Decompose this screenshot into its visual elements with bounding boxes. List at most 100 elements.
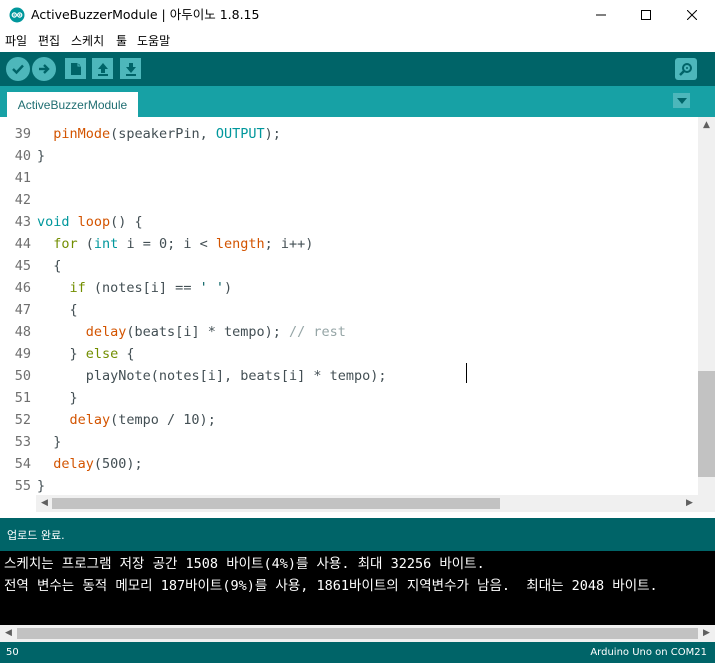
- upload-button[interactable]: [32, 57, 56, 81]
- console-scroll-right-icon[interactable]: ▶: [698, 625, 715, 642]
- console-scroll-left-icon[interactable]: ◀: [0, 625, 17, 642]
- editor-vertical-scroll-thumb[interactable]: [698, 371, 715, 477]
- code-line: pinMode(speakerPin, OUTPUT);: [37, 123, 281, 145]
- code-editor[interactable]: 39 40 41 42 43 44 45 46 47 48 49 50 51 52 53 54 55 ` pin…: [0, 117, 698, 495]
- code-line: for (int i = 0; i < length; i++): [37, 233, 313, 255]
- line-number: 44: [14, 236, 31, 252]
- tab-menu-button[interactable]: [673, 93, 690, 108]
- menu-tools[interactable]: 툴: [116, 30, 127, 52]
- code-token: ): [223, 280, 233, 296]
- line-number: 45: [14, 258, 31, 274]
- line-number: 55: [14, 478, 31, 494]
- code-token: (: [77, 236, 94, 252]
- new-sketch-button[interactable]: [65, 58, 86, 79]
- code-line: }: [37, 431, 61, 453]
- line-number: 47: [14, 302, 31, 318]
- menu-file[interactable]: 파일: [5, 30, 27, 52]
- line-number: 54: [14, 456, 31, 472]
- code-token: delay: [53, 456, 94, 472]
- code-token: ' ': [199, 280, 224, 296]
- tab-activebuzzermodule[interactable]: ActiveBuzzerModule: [7, 92, 138, 117]
- code-line: delay(beats[i] * tempo); // rest: [37, 321, 346, 343]
- verify-button[interactable]: [6, 57, 30, 81]
- minimize-icon: [596, 14, 606, 16]
- code-token: () {: [110, 214, 143, 230]
- code-token: delay: [69, 412, 111, 428]
- code-token: ; i++): [264, 236, 314, 252]
- status-message: 업로드 완료.: [7, 529, 65, 542]
- line-number: 40: [14, 148, 31, 164]
- text-caret: [466, 363, 467, 383]
- console-horizontal-scroll-thumb[interactable]: [17, 628, 698, 639]
- code-token: length: [215, 236, 265, 252]
- code-token: {: [53, 258, 62, 274]
- code-token: }: [37, 148, 46, 164]
- serial-monitor-button[interactable]: [675, 58, 697, 80]
- line-number-gutter: 39 40 41 42 43 44 45 46 47 48 49 50 51 52 53 54 55: [0, 117, 36, 495]
- code-token: else: [85, 346, 119, 362]
- code-token: pinMode: [53, 126, 111, 142]
- code-token: {: [69, 302, 78, 318]
- code-line: }: [37, 145, 45, 167]
- menu-edit[interactable]: 편집: [38, 30, 60, 52]
- save-icon: [125, 62, 136, 76]
- scroll-right-icon[interactable]: ▶: [681, 495, 698, 512]
- code-token: // rest: [288, 324, 346, 340]
- board-port-info: Arduino Uno on COM21: [590, 647, 707, 658]
- code-token: }: [69, 390, 78, 406]
- minimize-button[interactable]: [578, 0, 624, 30]
- code-line: {: [37, 299, 78, 321]
- close-button[interactable]: [669, 0, 715, 30]
- console-output[interactable]: 스케치는 프로그램 저장 공간 1508 바이트(4%)를 사용. 최대 322…: [0, 551, 715, 625]
- menu-help[interactable]: 도움말: [137, 30, 170, 52]
- open-button[interactable]: [92, 58, 113, 79]
- save-button[interactable]: [120, 58, 141, 79]
- menu-sketch[interactable]: 스케치: [71, 30, 104, 52]
- serial-monitor-icon: [679, 63, 692, 76]
- maximize-button[interactable]: [623, 0, 669, 30]
- code-token: }: [37, 478, 46, 494]
- code-line: }: [37, 475, 45, 495]
- code-line: if (notes[i] == ' '): [37, 277, 233, 299]
- console-horizontal-scrollbar[interactable]: ◀ ▶: [0, 625, 715, 642]
- code-token: (500);: [93, 456, 143, 472]
- code-token: }: [53, 434, 62, 450]
- code-line: delay(tempo / 10);: [37, 409, 216, 431]
- title-bar: ActiveBuzzerModule | 아두이노 1.8.15: [0, 0, 715, 30]
- code-token: playNote(notes[i], beats[i] * tempo);: [85, 368, 387, 384]
- line-number: 41: [14, 170, 31, 186]
- code-token: (beats[i] * tempo);: [126, 324, 289, 340]
- line-number: 50: [14, 368, 31, 384]
- code-token: (speakerPin,: [110, 126, 216, 142]
- editor-horizontal-scroll-thumb[interactable]: [52, 498, 500, 509]
- code-token: (notes[i] ==: [85, 280, 200, 296]
- code-line: {: [37, 255, 61, 277]
- status-bar: 업로드 완료.: [0, 518, 715, 551]
- scroll-left-icon[interactable]: ◀: [36, 495, 53, 512]
- menu-bar: 파일 편집 스케치 툴 도움말: [0, 30, 715, 52]
- code-token: loop: [77, 214, 111, 230]
- arduino-logo-icon: [9, 7, 25, 23]
- line-number: 48: [14, 324, 31, 340]
- window-title: ActiveBuzzerModule | 아두이노 1.8.15: [31, 7, 260, 22]
- code-token: void: [37, 214, 70, 230]
- new-icon: [70, 62, 81, 75]
- scroll-corner: [698, 495, 715, 512]
- scroll-up-icon[interactable]: ▲: [698, 117, 715, 134]
- open-icon: [97, 62, 108, 76]
- code-token: for: [53, 236, 78, 252]
- code-token: i = 0; i <: [118, 236, 216, 252]
- code-token: }: [69, 346, 86, 362]
- editor-horizontal-scrollbar[interactable]: ◀ ▶: [36, 495, 698, 512]
- line-number: 39: [14, 126, 31, 142]
- console-line: 스케치는 프로그램 저장 공간 1508 바이트(4%)를 사용. 최대 322…: [4, 556, 485, 572]
- code-token: (tempo / 10);: [110, 412, 216, 428]
- line-number: 53: [14, 434, 31, 450]
- code-token: delay: [85, 324, 127, 340]
- line-number: 51: [14, 390, 31, 406]
- toolbar: [0, 52, 715, 86]
- code-line: void loop() {: [37, 211, 143, 233]
- line-number: 46: [14, 280, 31, 296]
- editor-vertical-scrollbar[interactable]: ▲: [698, 117, 715, 495]
